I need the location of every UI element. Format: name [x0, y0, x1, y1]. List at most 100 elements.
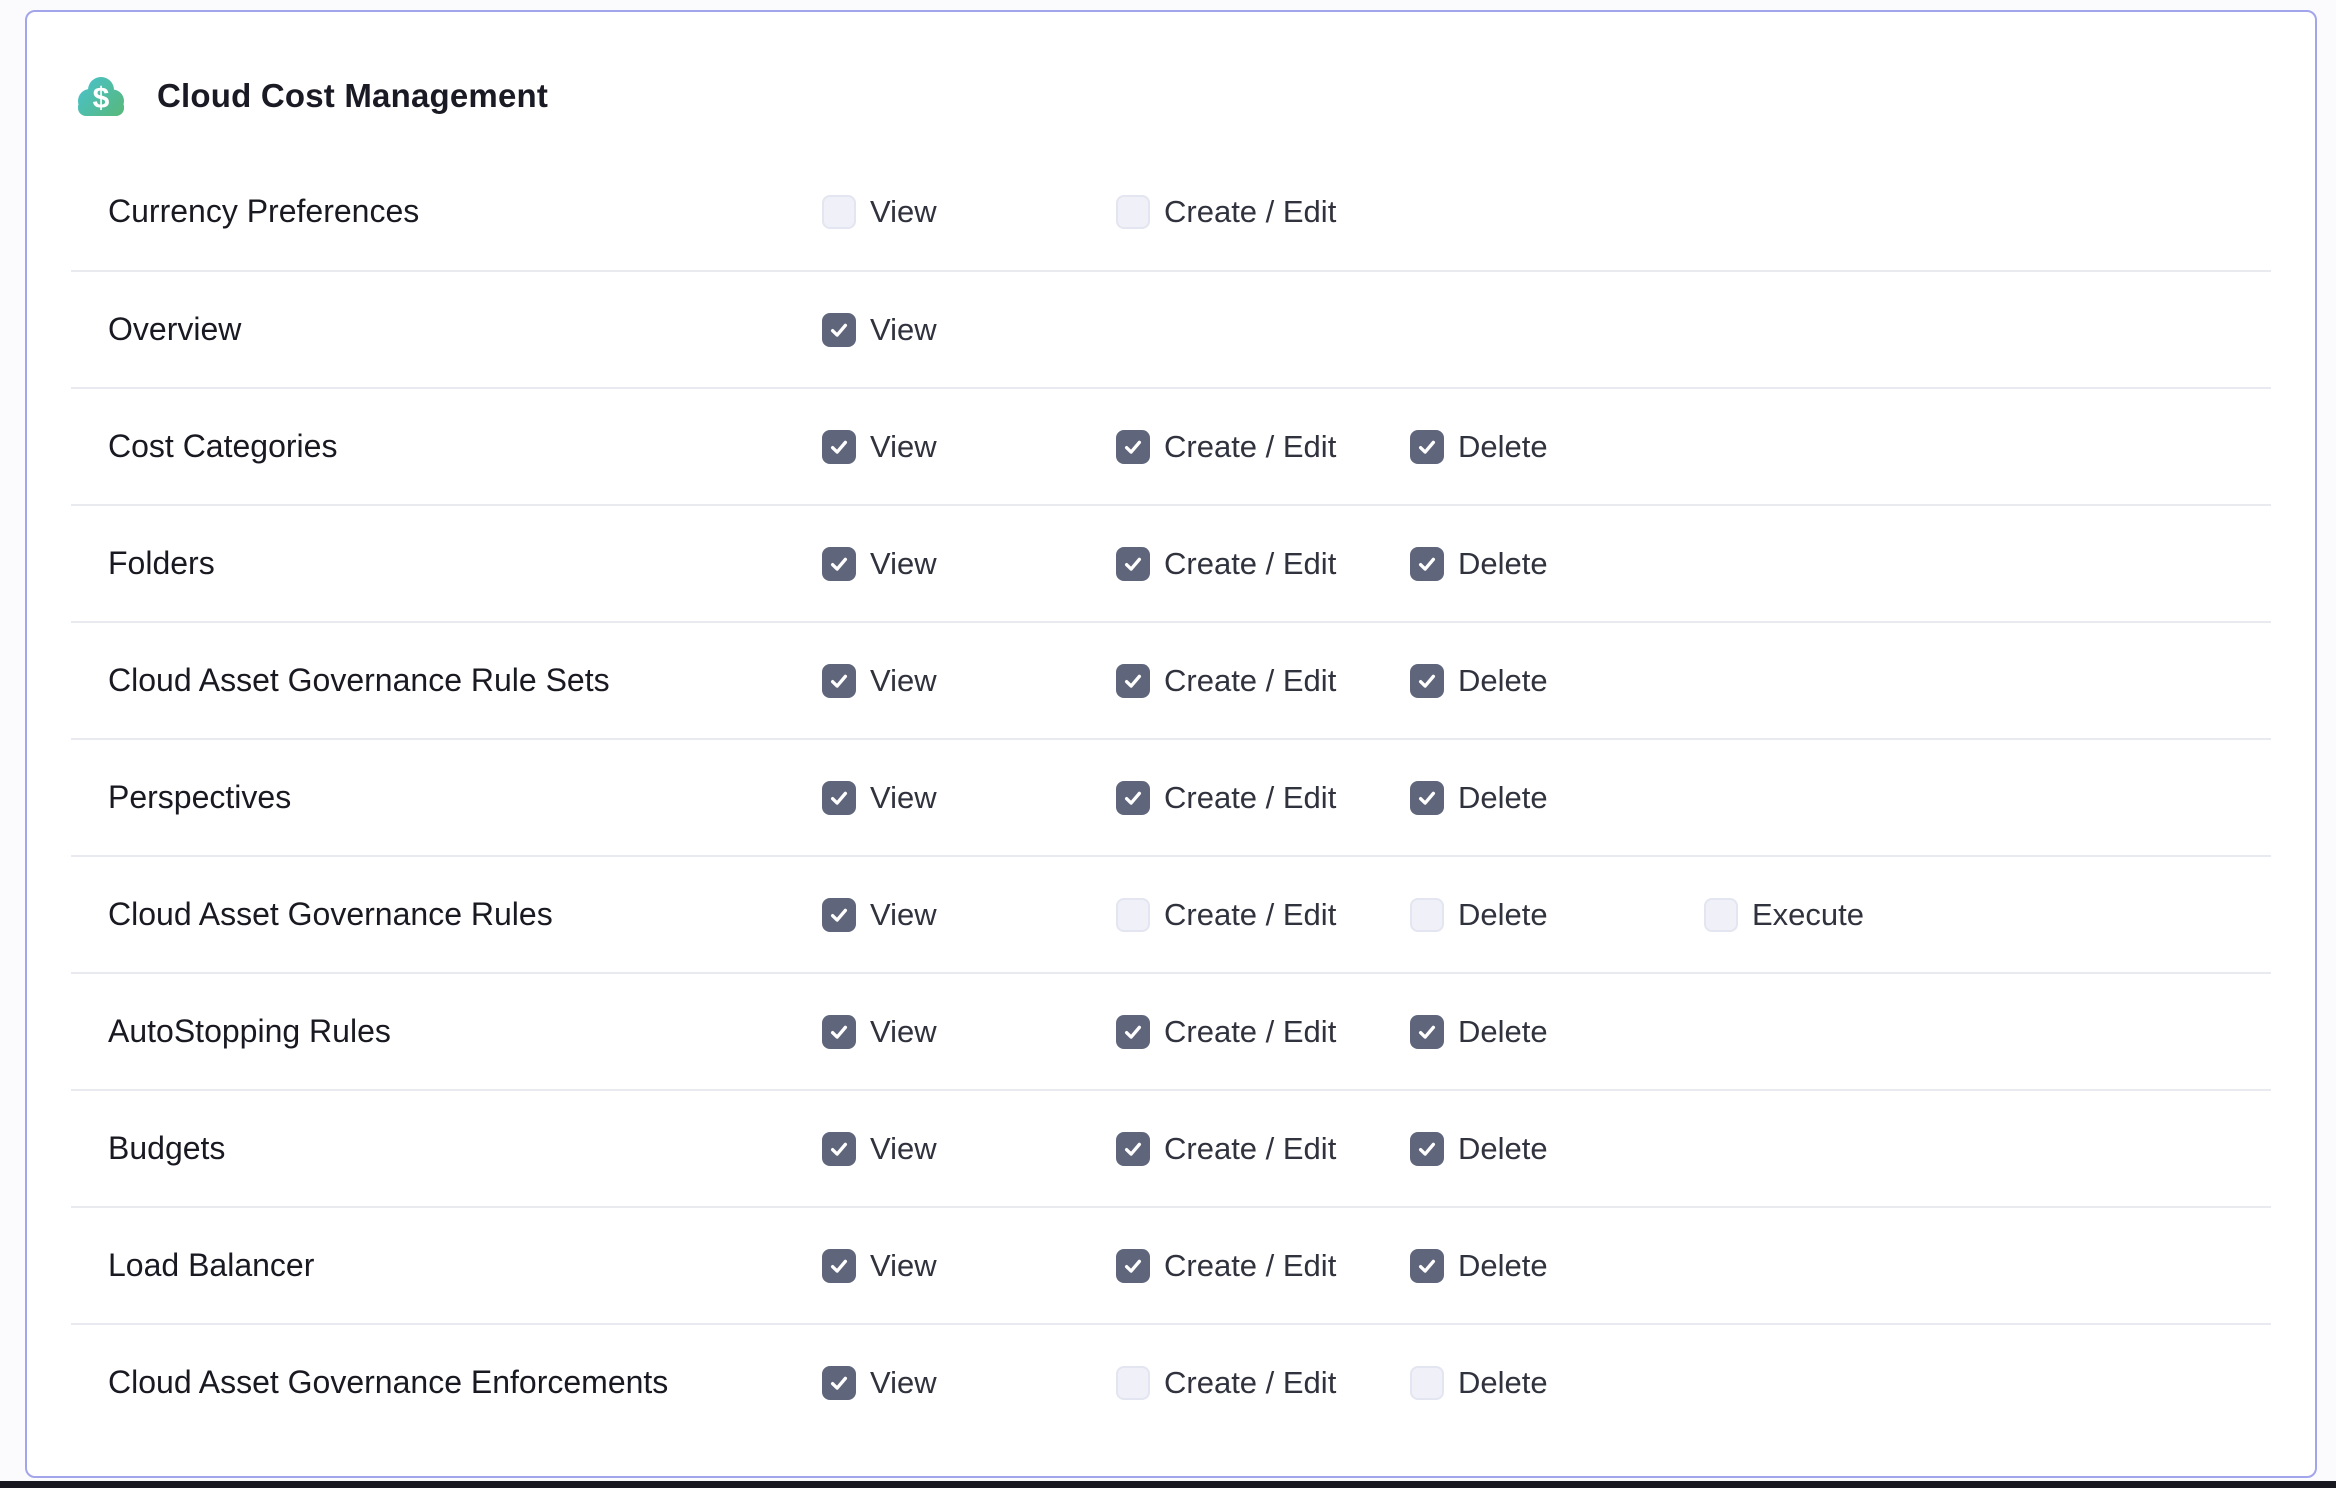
permission-view[interactable]: View [822, 1248, 1116, 1284]
permission-create-edit[interactable]: Create / Edit [1116, 546, 1410, 582]
permission-label: View [870, 663, 937, 699]
view-checkbox[interactable] [822, 1015, 856, 1049]
permission-delete[interactable]: Delete [1410, 1131, 1704, 1167]
create-edit-checkbox[interactable] [1116, 664, 1150, 698]
delete-checkbox[interactable] [1410, 430, 1444, 464]
create-edit-checkbox[interactable] [1116, 1132, 1150, 1166]
permission-delete[interactable]: Delete [1410, 663, 1704, 699]
create-edit-checkbox[interactable] [1116, 1015, 1150, 1049]
permission-view[interactable]: View [822, 312, 1116, 348]
view-checkbox[interactable] [822, 664, 856, 698]
check-icon [828, 319, 850, 341]
permission-row: Cloud Asset Governance Rules View Create … [71, 855, 2271, 972]
permission-create-edit[interactable]: Create / Edit [1116, 194, 1410, 230]
permission-label: View [870, 429, 937, 465]
create-edit-checkbox[interactable] [1116, 781, 1150, 815]
resource-name: Currency Preferences [71, 193, 822, 230]
permission-execute[interactable]: Execute [1704, 897, 1998, 933]
view-checkbox[interactable] [822, 547, 856, 581]
delete-checkbox[interactable] [1410, 1249, 1444, 1283]
permission-create-edit[interactable]: Create / Edit [1116, 1248, 1410, 1284]
check-icon [828, 787, 850, 809]
permission-label: Delete [1458, 1365, 1548, 1401]
page-title: Cloud Cost Management [157, 77, 548, 115]
permission-delete[interactable]: Delete [1410, 1365, 1704, 1401]
permission-view[interactable]: View [822, 1365, 1116, 1401]
resource-name: Cost Categories [71, 428, 822, 465]
permission-label: View [870, 897, 937, 933]
permission-view[interactable]: View [822, 1131, 1116, 1167]
execute-checkbox[interactable] [1704, 898, 1738, 932]
permission-create-edit[interactable]: Create / Edit [1116, 1365, 1410, 1401]
view-checkbox[interactable] [822, 898, 856, 932]
permission-create-edit[interactable]: Create / Edit [1116, 429, 1410, 465]
check-icon [828, 553, 850, 575]
permission-view[interactable]: View [822, 780, 1116, 816]
svg-text:$: $ [93, 82, 110, 115]
create-edit-checkbox[interactable] [1116, 195, 1150, 229]
view-checkbox[interactable] [822, 195, 856, 229]
delete-checkbox[interactable] [1410, 1015, 1444, 1049]
permission-label: Create / Edit [1164, 1365, 1336, 1401]
create-edit-checkbox[interactable] [1116, 430, 1150, 464]
check-icon [1416, 787, 1438, 809]
permission-row: Load Balancer ViewCreate / EditDelete [71, 1206, 2271, 1323]
permission-view[interactable]: View [822, 663, 1116, 699]
permission-create-edit[interactable]: Create / Edit [1116, 663, 1410, 699]
check-icon [828, 670, 850, 692]
permission-label: View [870, 312, 937, 348]
permission-view[interactable]: View [822, 897, 1116, 933]
view-checkbox[interactable] [822, 1249, 856, 1283]
create-edit-checkbox[interactable] [1116, 547, 1150, 581]
check-icon [828, 1021, 850, 1043]
view-checkbox[interactable] [822, 430, 856, 464]
card-header: $ Cloud Cost Management [27, 12, 2315, 117]
permission-create-edit[interactable]: Create / Edit [1116, 1131, 1410, 1167]
permission-create-edit[interactable]: Create / Edit [1116, 780, 1410, 816]
delete-checkbox[interactable] [1410, 1366, 1444, 1400]
permission-delete[interactable]: Delete [1410, 1248, 1704, 1284]
permission-label: Delete [1458, 429, 1548, 465]
view-checkbox[interactable] [822, 781, 856, 815]
permission-label: View [870, 546, 937, 582]
permission-label: Execute [1752, 897, 1864, 933]
permission-create-edit[interactable]: Create / Edit [1116, 1014, 1410, 1050]
delete-checkbox[interactable] [1410, 547, 1444, 581]
permission-delete[interactable]: Delete [1410, 546, 1704, 582]
resource-name: Cloud Asset Governance Rules [71, 896, 822, 933]
permission-label: View [870, 194, 937, 230]
permission-label: View [870, 1014, 937, 1050]
permission-view[interactable]: View [822, 546, 1116, 582]
permission-delete[interactable]: Delete [1410, 429, 1704, 465]
view-checkbox[interactable] [822, 1366, 856, 1400]
view-checkbox[interactable] [822, 313, 856, 347]
permission-delete[interactable]: Delete [1410, 897, 1704, 933]
delete-checkbox[interactable] [1410, 898, 1444, 932]
create-edit-checkbox[interactable] [1116, 898, 1150, 932]
permission-create-edit[interactable]: Create / Edit [1116, 897, 1410, 933]
permission-row: Currency Preferences View Create / Edit [71, 153, 2271, 270]
bottom-bar [0, 1481, 2336, 1488]
permission-label: Delete [1458, 1248, 1548, 1284]
create-edit-checkbox[interactable] [1116, 1249, 1150, 1283]
permission-delete[interactable]: Delete [1410, 780, 1704, 816]
permission-view[interactable]: View [822, 1014, 1116, 1050]
permission-label: Create / Edit [1164, 1014, 1336, 1050]
cloud-dollar-icon: $ [73, 75, 127, 117]
permission-view[interactable]: View [822, 429, 1116, 465]
permission-row: Cost Categories View Create / Edit Delete [71, 387, 2271, 504]
delete-checkbox[interactable] [1410, 1132, 1444, 1166]
permission-label: View [870, 1365, 937, 1401]
view-checkbox[interactable] [822, 1132, 856, 1166]
create-edit-checkbox[interactable] [1116, 1366, 1150, 1400]
check-icon [1122, 1021, 1144, 1043]
check-icon [828, 436, 850, 458]
permission-delete[interactable]: Delete [1410, 1014, 1704, 1050]
delete-checkbox[interactable] [1410, 664, 1444, 698]
permission-label: Create / Edit [1164, 546, 1336, 582]
screen: $ Cloud Cost Management Currency Prefere… [0, 0, 2336, 1488]
check-icon [828, 1138, 850, 1160]
permission-view[interactable]: View [822, 194, 1116, 230]
check-icon [1416, 553, 1438, 575]
delete-checkbox[interactable] [1410, 781, 1444, 815]
